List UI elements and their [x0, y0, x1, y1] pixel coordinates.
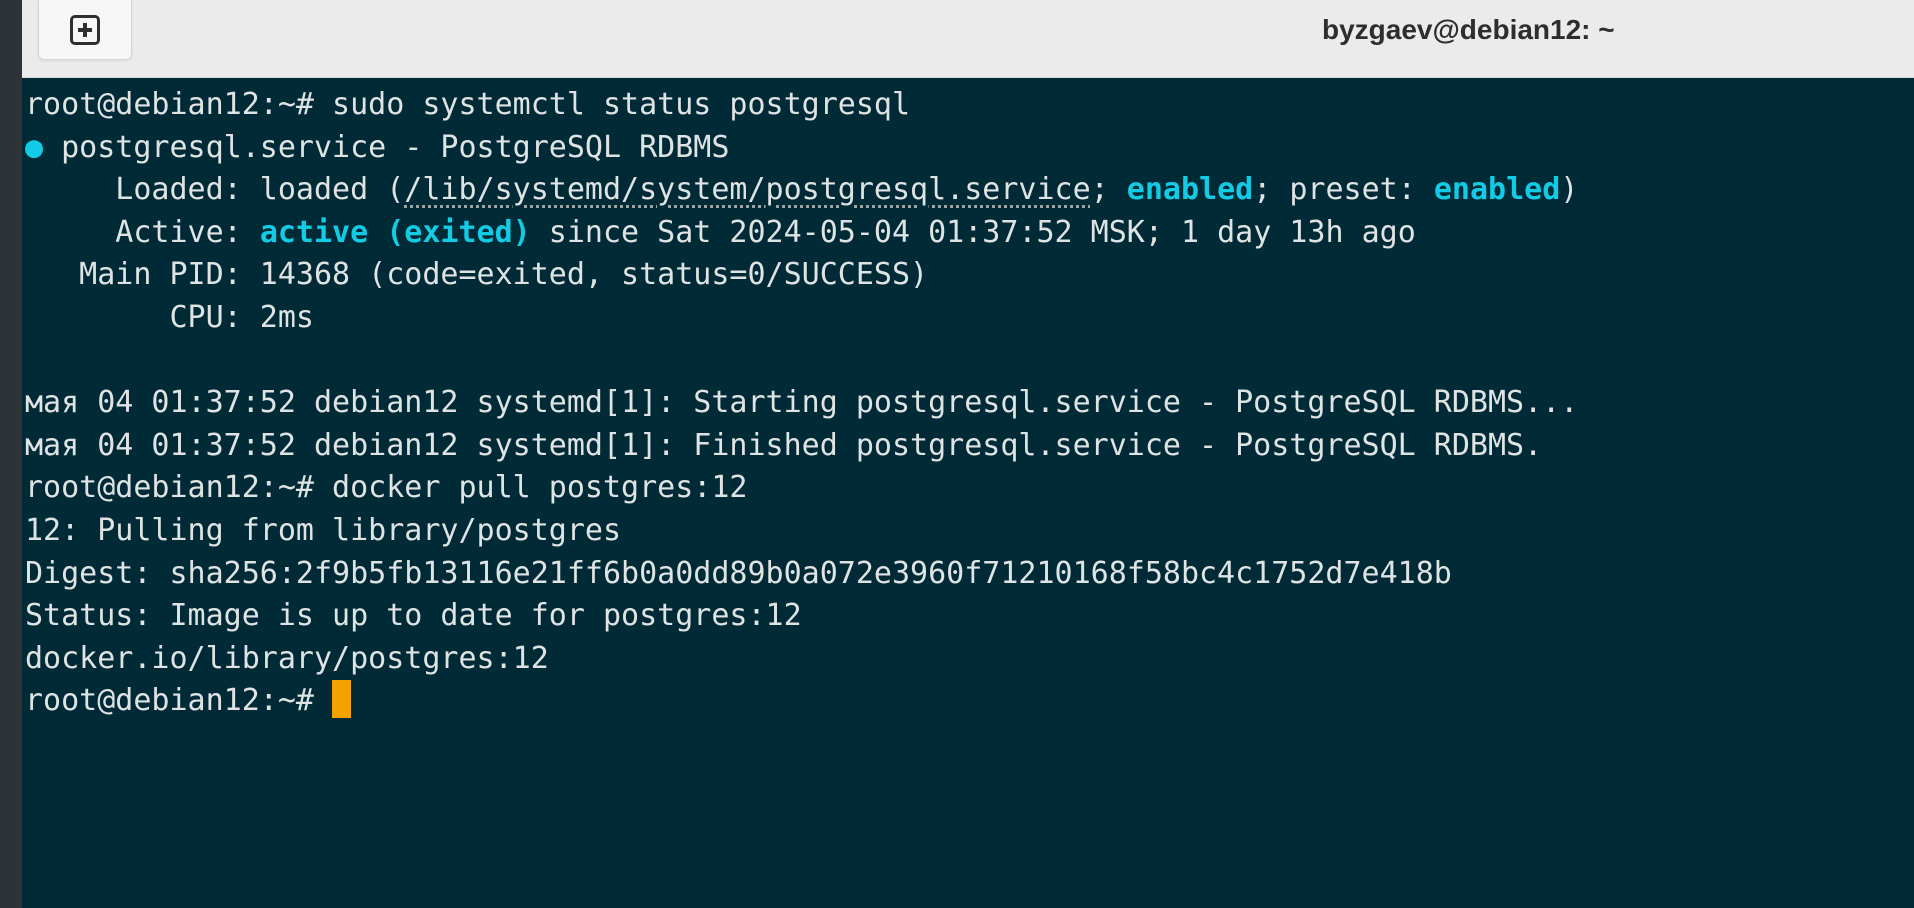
separator-text: ;	[1090, 172, 1127, 208]
output-text: Digest: sha256:2f9b5fb13116e21ff6b0a0dd8…	[25, 555, 1452, 591]
terminal-line: root@debian12:~# sudo systemctl status p…	[25, 84, 1914, 127]
enabled-state: enabled	[1126, 172, 1254, 208]
service-name: postgresql.service - PostgreSQL RDBMS	[43, 129, 730, 165]
terminal-line: Status: Image is up to date for postgres…	[25, 595, 1914, 638]
window-left-edge	[0, 0, 22, 908]
main-pid-text: Main PID: 14368 (code=exited, status=0/S…	[25, 257, 929, 293]
terminal-line: Loaded: loaded (/lib/systemd/system/post…	[25, 169, 1914, 212]
terminal-line: root@debian12:~#	[25, 679, 1914, 723]
command-text: docker pull postgres:12	[332, 470, 748, 506]
terminal-output[interactable]: root@debian12:~# sudo systemctl status p…	[22, 78, 1914, 908]
cpu-text: CPU: 2ms	[25, 299, 314, 335]
command-text: sudo systemctl status postgresql	[332, 87, 911, 122]
closing-paren: )	[1560, 172, 1579, 208]
terminal-line: CPU: 2ms	[25, 297, 1914, 340]
terminal-line: Main PID: 14368 (code=exited, status=0/S…	[25, 254, 1914, 297]
loaded-label: Loaded: loaded (	[25, 172, 405, 208]
terminal-line: ● postgresql.service - PostgreSQL RDBMS	[25, 127, 1914, 170]
active-since: since Sat 2024-05-04 01:37:52 MSK; 1 day…	[530, 214, 1416, 250]
terminal-line: 12: Pulling from library/postgres	[25, 510, 1914, 553]
output-text: docker.io/library/postgres:12	[25, 640, 549, 676]
text-cursor	[332, 679, 352, 718]
shell-prompt: root@debian12:~#	[25, 470, 333, 506]
output-text: Status: Image is up to date for postgres…	[25, 598, 802, 634]
window-title: byzgaev@debian12: ~	[1322, 14, 1615, 45]
new-tab-button[interactable]	[38, 0, 132, 60]
terminal-line: мая 04 01:37:52 debian12 systemd[1]: Fin…	[25, 425, 1914, 468]
terminal-line: мая 04 01:37:52 debian12 systemd[1]: Sta…	[25, 382, 1914, 425]
plus-square-icon	[70, 14, 100, 45]
shell-prompt: root@debian12:~#	[25, 87, 333, 122]
terminal-line: Digest: sha256:2f9b5fb13116e21ff6b0a0dd8…	[25, 553, 1914, 596]
log-line: мая 04 01:37:52 debian12 systemd[1]: Fin…	[25, 427, 1543, 463]
status-bullet-icon: ●	[25, 129, 44, 165]
terminal-line: docker.io/library/postgres:12	[25, 638, 1914, 681]
output-text: 12: Pulling from library/postgres	[25, 512, 622, 548]
active-label: Active:	[25, 214, 260, 250]
preset-label: ; preset:	[1253, 172, 1434, 208]
active-state: active (exited)	[259, 214, 531, 250]
terminal-line: Active: active (exited) since Sat 2024-0…	[25, 212, 1914, 255]
log-line: мая 04 01:37:52 debian12 systemd[1]: Sta…	[25, 385, 1579, 421]
preset-state: enabled	[1433, 172, 1561, 208]
unit-file-path[interactable]: /lib/systemd/system/postgresql.service	[404, 172, 1090, 207]
shell-prompt: root@debian12:~#	[25, 683, 333, 719]
title-bar[interactable]: byzgaev@debian12: ~	[22, 0, 1914, 78]
terminal-line: root@debian12:~# docker pull postgres:12	[25, 467, 1914, 510]
terminal-window: byzgaev@debian12: ~ root@debian12:~# sud…	[0, 0, 1914, 908]
